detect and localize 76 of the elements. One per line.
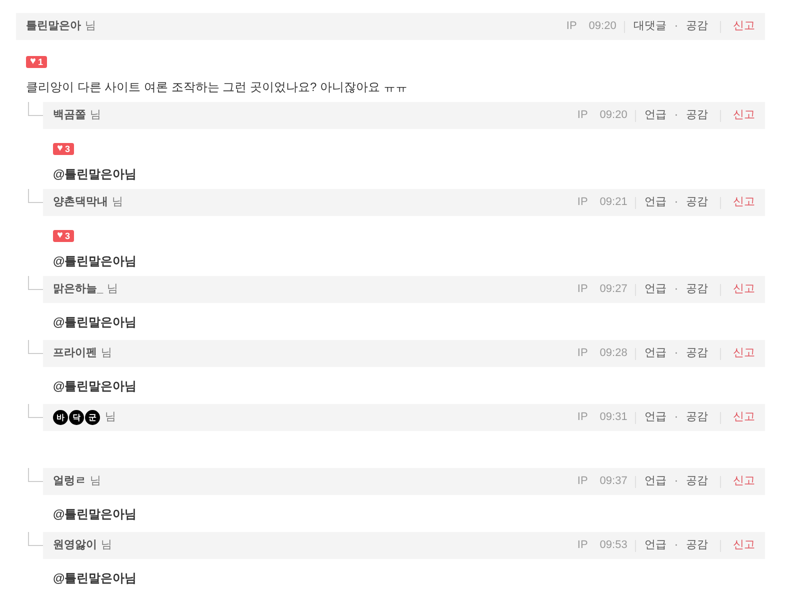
separator-dot: ·	[674, 538, 678, 554]
like-link[interactable]: 공감	[686, 18, 708, 35]
report-link[interactable]: 신고	[733, 409, 755, 426]
nickname[interactable]: 얼렁ㄹ	[53, 473, 86, 490]
reply-link[interactable]: 언급	[644, 345, 666, 362]
like-link[interactable]: 공감	[686, 281, 708, 298]
report-link[interactable]: 신고	[733, 345, 755, 362]
nick-suffix: 님	[105, 410, 116, 426]
comment-time: 09:20	[588, 19, 616, 34]
nickname[interactable]: 백곰쫄	[53, 107, 86, 124]
like-link[interactable]: 공감	[686, 473, 708, 490]
ip-label: IP	[577, 108, 588, 124]
reply-link[interactable]: 대댓글	[633, 18, 666, 35]
like-count-badge: ♥ 1	[26, 56, 47, 68]
like-link[interactable]: 공감	[686, 107, 708, 124]
report-link[interactable]: 신고	[733, 281, 755, 298]
ip-label: IP	[577, 346, 588, 362]
report-link[interactable]: 신고	[733, 473, 755, 490]
mention-text: @틀린말은아님	[53, 506, 138, 522]
mention-text: @틀린말은아님	[53, 253, 138, 270]
nick-suffix: 님	[85, 19, 96, 34]
nick-suffix: 님	[107, 282, 118, 298]
comment-time: 09:37	[600, 474, 628, 490]
report-link[interactable]: 신고	[733, 537, 755, 554]
nickname[interactable]: 양촌댁막내	[53, 194, 108, 211]
like-link[interactable]: 공감	[686, 537, 708, 554]
ip-label: IP	[577, 538, 588, 554]
nickname[interactable]: 프라이펜	[53, 345, 97, 362]
nickname[interactable]: 틀린말은아	[26, 18, 81, 35]
separator-dot: ·	[674, 108, 678, 124]
circled-nick-character: 군	[85, 410, 100, 425]
like-link[interactable]: 공감	[686, 194, 708, 211]
separator-dot: ·	[674, 410, 678, 426]
nick-suffix: 님	[101, 538, 112, 554]
like-count-badge: ♥ 3	[53, 230, 74, 242]
comment-time: 09:53	[600, 538, 628, 554]
reply-link[interactable]: 언급	[644, 194, 666, 211]
report-link[interactable]: 신고	[733, 18, 755, 35]
ip-label: IP	[577, 410, 588, 426]
like-count-badge: ♥ 3	[53, 143, 74, 155]
separator-dot: ·	[674, 19, 678, 34]
comment-time: 09:31	[600, 410, 628, 426]
circled-nick-character: 닥	[69, 410, 84, 425]
ip-label: IP	[577, 195, 588, 210]
comment-text: 클리앙이 다른 사이트 여론 조작하는 그런 곳이었나요? 아니잖아요 ㅠㅠ	[26, 79, 408, 96]
like-link[interactable]: 공감	[686, 409, 708, 426]
comment-time: 09:27	[600, 282, 628, 298]
separator-dot: ·	[674, 474, 678, 490]
nick-suffix: 님	[90, 474, 101, 490]
mention-text: @틀린말은아님	[53, 378, 138, 394]
nick-suffix: 님	[101, 346, 112, 362]
reply-link[interactable]: 언급	[644, 473, 666, 490]
nickname[interactable]: 원영앓이	[53, 537, 97, 554]
separator-dot: ·	[674, 195, 678, 210]
reply-link[interactable]: 언급	[644, 537, 666, 554]
reply-link[interactable]: 언급	[644, 281, 666, 298]
mention-text: @틀린말은아님	[53, 166, 138, 183]
circled-nick-character: 바	[53, 410, 68, 425]
separator-dot: ·	[674, 346, 678, 362]
mention-text: @틀린말은아님	[53, 570, 138, 586]
nick-suffix: 님	[112, 195, 123, 210]
nickname[interactable]: 맑은하늘_	[53, 281, 104, 298]
comment-time: 09:21	[600, 195, 628, 210]
comment-time: 09:28	[600, 346, 628, 362]
report-link[interactable]: 신고	[733, 107, 755, 124]
mention-text: @틀린말은아님	[53, 314, 138, 330]
nick-suffix: 님	[90, 108, 101, 124]
like-link[interactable]: 공감	[686, 345, 708, 362]
separator-dot: ·	[674, 282, 678, 298]
comment-time: 09:20	[600, 108, 628, 124]
reply-link[interactable]: 언급	[644, 409, 666, 426]
ip-label: IP	[566, 19, 577, 34]
ip-label: IP	[577, 474, 588, 490]
reply-link[interactable]: 언급	[644, 107, 666, 124]
ip-label: IP	[577, 282, 588, 298]
report-link[interactable]: 신고	[733, 194, 755, 211]
